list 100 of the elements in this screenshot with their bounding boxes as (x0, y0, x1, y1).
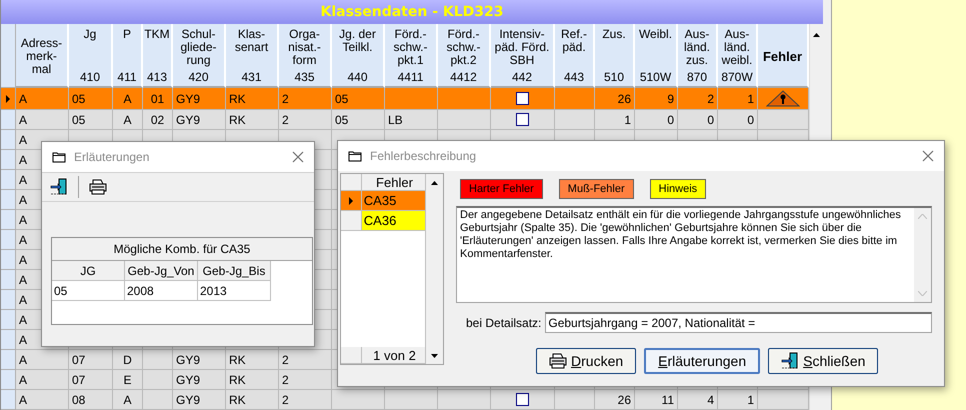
table-cell: LB (385, 110, 438, 130)
row-header-cell[interactable] (1, 370, 16, 390)
printer-icon[interactable] (549, 353, 567, 369)
column-header[interactable]: Aus- länd. zus. 870 (678, 24, 718, 88)
exit-door-icon[interactable] (50, 178, 68, 196)
row-header-cell[interactable] (1, 290, 16, 310)
pager-text: 1 von 2 (362, 347, 426, 364)
table-cell (385, 390, 438, 410)
column-header[interactable]: P 411 (113, 24, 143, 88)
column-header[interactable]: TKM 413 (143, 24, 173, 88)
row-header-cell[interactable] (1, 230, 16, 250)
table-cell: 0 (635, 110, 678, 130)
column-header[interactable]: Schul- gliede- rung 420 (173, 24, 226, 88)
table-cell: 2 (279, 390, 332, 410)
column-header[interactable]: Förd.- schw.- pkt.1 4411 (385, 24, 438, 88)
corner-cell (341, 174, 362, 191)
error-item[interactable]: CA35 (362, 191, 426, 211)
table-cell: RK (226, 350, 279, 370)
column-header[interactable]: Jg. der Teilkl. 440 (332, 24, 385, 88)
table-cell: 2 (279, 350, 332, 370)
table-cell: RK (226, 390, 279, 410)
exit-door-icon[interactable] (781, 352, 800, 370)
scroll-button[interactable] (425, 347, 443, 364)
row-header-cell[interactable] (1, 310, 16, 330)
column-header[interactable]: Ref.- päd. 443 (555, 24, 595, 88)
column-header[interactable]: Geb-Jg_Bis (198, 261, 271, 281)
column-header[interactable]: Fehler (758, 24, 809, 88)
error-item[interactable]: CA36 (362, 211, 426, 231)
column-header[interactable]: Adress- merk- mal (16, 24, 69, 88)
table-cell: 07 (69, 350, 113, 370)
column-header[interactable]: Klas- senart 431 (226, 24, 279, 88)
row-header-cell[interactable] (1, 150, 16, 170)
column-header[interactable]: Jg 410 (69, 24, 113, 88)
table-cell: A (113, 390, 143, 410)
table-cell: 1 (718, 88, 758, 110)
checkbox[interactable] (516, 393, 529, 406)
scroll-up-icon[interactable] (431, 180, 438, 184)
legend-item: Harter Fehler (460, 179, 543, 199)
scroll-down-icon[interactable] (431, 354, 438, 358)
row-header-cell[interactable] (1, 330, 16, 350)
table-cell (143, 390, 173, 410)
table-cell: 01 (143, 88, 173, 110)
table-cell: 26 (595, 88, 635, 110)
table-cell: 26 (595, 390, 635, 410)
checkbox[interactable] (516, 113, 529, 126)
table-cell: 05 (332, 88, 385, 110)
table-cell: 1 (718, 390, 758, 410)
row-header-cell[interactable] (341, 211, 362, 231)
column-header[interactable]: Intensiv- päd. Förd. SBH 442 (491, 24, 555, 88)
column-header[interactable]: Orga- nisat.- form 435 (279, 24, 332, 88)
table-cell: RK (226, 88, 279, 110)
table-cell: 05 (69, 88, 113, 110)
row-header-cell[interactable] (1, 210, 16, 230)
checkbox[interactable] (516, 92, 529, 105)
table-cell: A (113, 110, 143, 130)
warning-icon (766, 90, 800, 107)
close-icon[interactable] (292, 151, 304, 163)
column-header[interactable]: Geb-Jg_Von (125, 261, 198, 281)
row-header-cell[interactable] (1, 88, 16, 110)
table-cell: GY9 (173, 390, 226, 410)
table-cell: 08 (69, 390, 113, 410)
dialog-button[interactable]: Erläuterungen (644, 348, 760, 374)
column-header[interactable]: Zus. 510 (595, 24, 635, 88)
table-cell: E (113, 370, 143, 390)
scroll-up-icon[interactable] (813, 32, 820, 36)
table-cell: GY9 (173, 350, 226, 370)
row-header-cell[interactable] (341, 191, 362, 211)
dialog-button[interactable]: Schließen (768, 348, 878, 374)
table-cell: A (16, 370, 69, 390)
row-header-cell[interactable] (1, 350, 16, 370)
row-header-cell[interactable] (1, 110, 16, 130)
description-text: Der angegebene Detailsatz enthält ein für die vorliegende Jahrgangsstufe ungewöhnliches Geburtsjahr (Spalte 35). Die 'gewöhnlichen' Geburtsjahre können Sie sich über die 'Erläuterungen' anzeigen lassen. Falls Ihre Angabe korrekt ist, vermerken Sie dies bitte im Kommentarfenster. (459, 208, 902, 262)
column-header[interactable]: Fehler (362, 174, 426, 191)
table-cell: A (16, 88, 69, 110)
row-header-cell[interactable] (1, 270, 16, 290)
column-header[interactable]: JG (52, 261, 125, 281)
column-header[interactable]: Förd.- schw.- pkt.2 4412 (438, 24, 491, 88)
row-header-cell[interactable] (1, 170, 16, 190)
table-cell: 11 (635, 390, 678, 410)
column-header[interactable]: Aus- länd. weibl. 870W (718, 24, 758, 88)
column-header[interactable]: Weibl. 510W (635, 24, 678, 88)
table-cell: 9 (635, 88, 678, 110)
row-header-cell[interactable] (1, 250, 16, 270)
description-box[interactable] (456, 206, 932, 303)
dialog-title: Erläuterungen (74, 150, 150, 164)
window-title: Klassendaten - KLD323 (1, 0, 823, 24)
detail-field[interactable]: Geburtsjahrgang = 2007, Nationalität = (545, 312, 932, 333)
dialog-button[interactable]: Drucken (536, 348, 636, 374)
row-pointer-icon (348, 196, 353, 204)
row-header-cell[interactable] (1, 190, 16, 210)
row-header-cell[interactable] (1, 390, 16, 410)
table-cell: D (113, 350, 143, 370)
table-cell (385, 88, 438, 110)
row-header-cell[interactable] (1, 130, 16, 150)
legend-item: Hinweis (650, 179, 706, 199)
table-cell: RK (226, 110, 279, 130)
window-icon (52, 151, 66, 163)
scroll-button[interactable] (425, 174, 443, 191)
printer-icon[interactable] (89, 179, 107, 195)
close-icon[interactable] (922, 150, 934, 162)
